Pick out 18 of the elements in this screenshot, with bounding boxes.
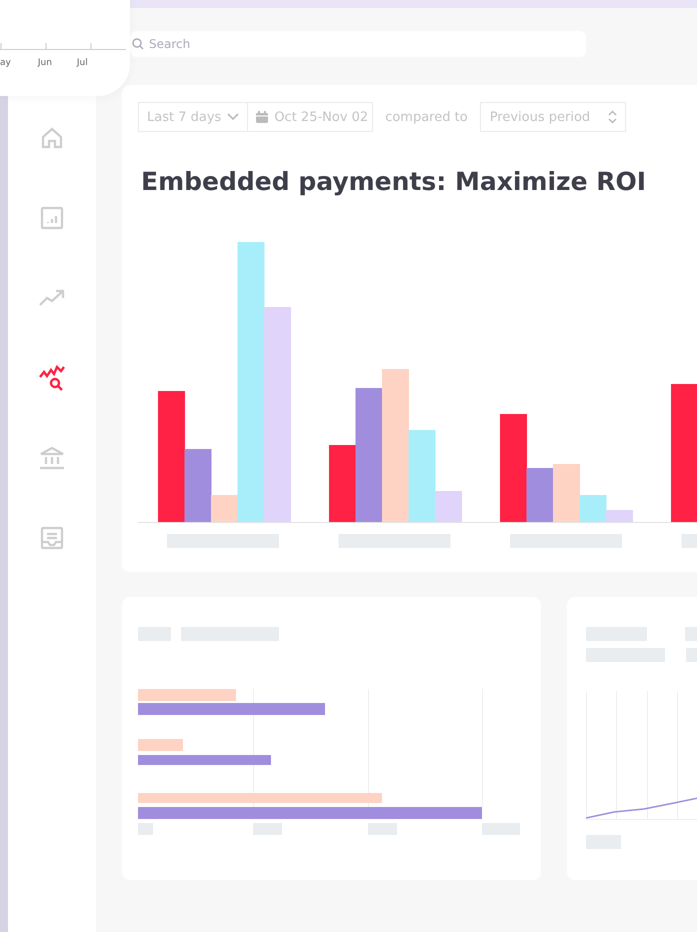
bank-icon[interactable] — [37, 444, 67, 472]
axis-label: ay — [0, 58, 11, 68]
date-range-button[interactable]: Oct 25-Nov 02 — [248, 102, 374, 132]
chevron-down-icon — [227, 113, 240, 121]
sort-arrows-icon — [608, 110, 618, 124]
report-icon[interactable] — [38, 204, 66, 232]
bar — [138, 739, 183, 751]
calendar-icon — [256, 111, 268, 123]
dashboard-title: Embedded payments: Maximize ROI — [141, 167, 648, 196]
inbox-icon[interactable] — [38, 524, 66, 552]
compare-label: compared to — [385, 110, 468, 124]
axis-label: Jul — [76, 58, 88, 68]
axis-label: Jun — [38, 58, 52, 68]
compare-dropdown[interactable]: Previous period — [480, 102, 626, 132]
search-field[interactable]: Search — [130, 31, 586, 57]
range-dropdown[interactable]: Last 7 days — [138, 102, 248, 132]
chart-search-icon[interactable] — [37, 364, 67, 392]
search-icon — [132, 38, 144, 50]
